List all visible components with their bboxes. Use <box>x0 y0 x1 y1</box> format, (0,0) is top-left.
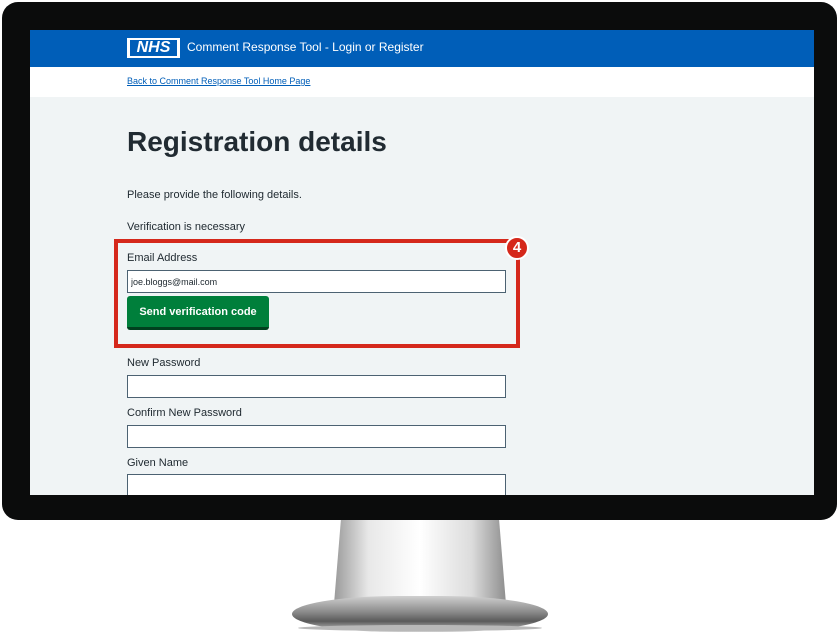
new-password-field[interactable] <box>127 375 506 398</box>
confirm-password-field[interactable] <box>127 425 506 448</box>
monitor-stand-shadow <box>298 625 542 631</box>
browser-screen: NHS Comment Response Tool - Login or Reg… <box>30 30 814 495</box>
back-link-bar: Back to Comment Response Tool Home Page <box>30 67 814 97</box>
page-title: Registration details <box>127 126 387 157</box>
nhs-logo[interactable]: NHS <box>127 38 180 58</box>
given-name-label: Given Name <box>127 457 189 469</box>
monitor-stand-neck <box>334 520 506 604</box>
callout-highlight-box <box>114 239 520 348</box>
site-header: NHS Comment Response Tool - Login or Reg… <box>30 30 814 67</box>
confirm-password-label: Confirm New Password <box>127 407 242 419</box>
monitor-bezel: NHS Comment Response Tool - Login or Reg… <box>2 2 837 520</box>
back-link[interactable]: Back to Comment Response Tool Home Page <box>127 76 310 86</box>
intro-text: Please provide the following details. <box>127 189 302 201</box>
header-title: Comment Response Tool - Login or Registe… <box>187 40 424 54</box>
nhs-logo-text: NHS <box>130 40 177 56</box>
given-name-field[interactable] <box>127 474 506 495</box>
verification-note: Verification is necessary <box>127 221 245 233</box>
new-password-label: New Password <box>127 357 201 369</box>
step-number-badge: 4 <box>505 236 529 260</box>
